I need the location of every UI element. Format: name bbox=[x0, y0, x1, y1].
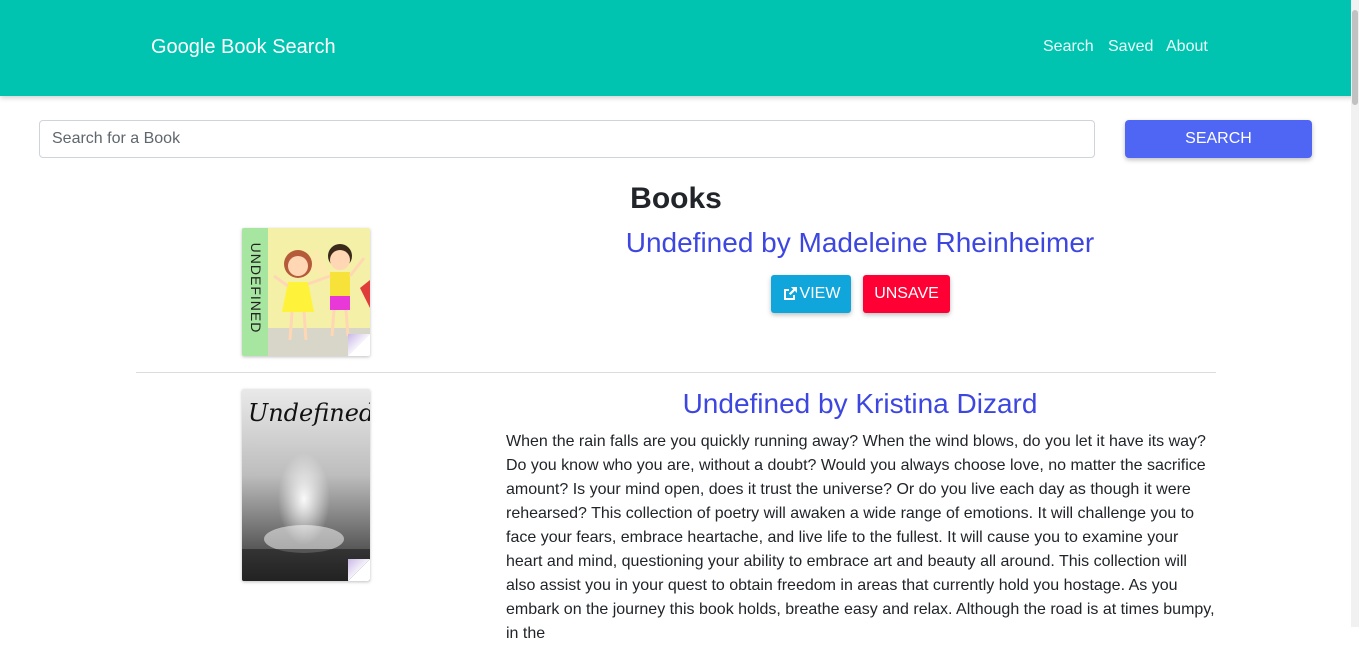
search-input[interactable] bbox=[39, 120, 1095, 158]
book-title-link[interactable]: Undefined by Madeleine Rheinheimer bbox=[560, 227, 1160, 259]
scrollbar-thumb[interactable] bbox=[1352, 10, 1358, 105]
nav-link-search[interactable]: Search bbox=[1043, 38, 1094, 56]
page-curl-icon bbox=[348, 559, 370, 581]
search-button[interactable]: SEARCH bbox=[1125, 120, 1312, 158]
top-navbar: Google Book Search Search Saved About bbox=[0, 0, 1359, 96]
page-scrollbar[interactable] bbox=[1351, 0, 1359, 627]
book-cover-image: Undefined bbox=[242, 389, 370, 581]
book-title-link[interactable]: Undefined by Kristina Dizard bbox=[560, 388, 1160, 420]
external-link-icon bbox=[783, 287, 797, 300]
view-button[interactable]: VIEW bbox=[771, 275, 851, 313]
cover-title-text: UNDEFINED bbox=[248, 242, 264, 334]
book-cover-image: UNDEFINED bbox=[242, 228, 370, 356]
nav-link-about[interactable]: About bbox=[1166, 38, 1208, 56]
result-divider bbox=[136, 372, 1216, 373]
page-curl-icon bbox=[348, 334, 370, 356]
book-description: When the rain falls are you quickly runn… bbox=[506, 433, 1215, 642]
results-heading: Books bbox=[630, 182, 722, 215]
nav-link-saved[interactable]: Saved bbox=[1108, 38, 1153, 56]
brand-title[interactable]: Google Book Search bbox=[151, 36, 336, 59]
view-button-label: VIEW bbox=[799, 285, 841, 302]
unsave-button[interactable]: UNSAVE bbox=[863, 275, 950, 313]
cover-title-text: Undefined bbox=[248, 399, 370, 427]
